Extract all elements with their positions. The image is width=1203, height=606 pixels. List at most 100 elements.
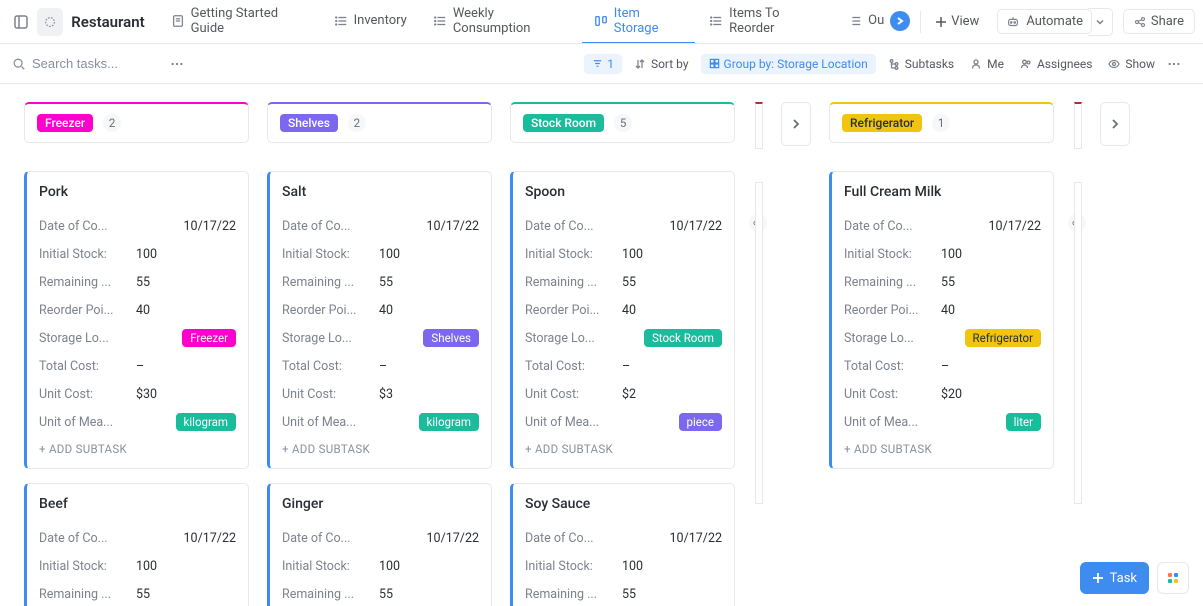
scroll-right-button[interactable] <box>781 102 811 146</box>
automate-dropdown[interactable] <box>1088 8 1113 36</box>
field-value: 55 <box>622 275 722 290</box>
field-label: Reorder Poi... <box>525 303 599 318</box>
subtasks-label: Subtasks <box>905 57 954 71</box>
card[interactable]: BeefDate of Co...10/17/22Initial Stock:1… <box>24 483 249 606</box>
field-label: Total Cost: <box>282 359 342 374</box>
card-field: Date of Co...10/17/22 <box>525 524 722 552</box>
field-value: kilogram <box>176 413 236 431</box>
sort-button[interactable]: Sort by <box>630 54 693 74</box>
column-header[interactable]: Shelves2 <box>267 102 492 143</box>
add-subtask-button[interactable]: + ADD SUBTASK <box>282 442 479 456</box>
search-icon <box>12 57 26 71</box>
card[interactable]: SpoonDate of Co...10/17/22Initial Stock:… <box>510 171 735 469</box>
card-title: Ginger <box>282 496 479 512</box>
collapsed-column[interactable]: 0 <box>753 102 763 606</box>
board: Freezer2PorkDate of Co...10/17/22Initial… <box>0 84 1203 606</box>
sidebar-toggle-icon[interactable] <box>8 8 35 36</box>
card-field: Total Cost:– <box>39 352 236 380</box>
subtasks-button[interactable]: Subtasks <box>884 54 958 74</box>
doc-icon <box>171 14 185 28</box>
field-label: Storage Lo... <box>844 331 914 346</box>
field-value: $20 <box>941 387 1041 402</box>
scroll-right-button[interactable] <box>1100 102 1130 146</box>
add-subtask-button[interactable]: + ADD SUBTASK <box>39 442 236 456</box>
list-icon <box>709 14 723 28</box>
apps-button[interactable] <box>1157 562 1189 594</box>
share-button[interactable]: Share <box>1123 9 1195 34</box>
card-field: Remaining ...55 <box>844 268 1041 296</box>
card-field: Initial Stock:100 <box>282 552 479 580</box>
column-header[interactable]: Refrigerator1 <box>829 102 1054 143</box>
more-icon[interactable] <box>170 57 194 71</box>
field-value: 100 <box>136 559 236 574</box>
add-subtask-button[interactable]: + ADD SUBTASK <box>844 442 1041 456</box>
automate-label: Automate <box>1026 14 1083 29</box>
card-field: Initial Stock:100 <box>39 552 236 580</box>
field-value: 10/17/22 <box>427 531 479 546</box>
column-cards: SaltDate of Co...10/17/22Initial Stock:1… <box>267 171 492 606</box>
board-column: Refrigerator1 Full Cream MilkDate of Co..… <box>829 102 1054 606</box>
new-task-button[interactable]: Task <box>1080 562 1149 594</box>
field-value: 10/17/22 <box>184 219 236 234</box>
board-icon <box>594 14 608 28</box>
field-label: Initial Stock: <box>525 247 593 262</box>
list-icon <box>433 14 447 28</box>
card-title: Salt <box>282 184 479 200</box>
folder-title[interactable]: Restaurant <box>71 13 144 31</box>
column-header[interactable]: Freezer2 <box>24 102 249 143</box>
view-tab-label: Item Storage <box>614 6 683 36</box>
search-input[interactable] <box>32 56 162 71</box>
add-subtask-button[interactable]: + ADD SUBTASK <box>525 442 722 456</box>
field-label: Remaining ... <box>844 275 916 290</box>
automate-button[interactable]: Automate <box>997 9 1092 34</box>
field-label: Total Cost: <box>39 359 99 374</box>
field-value: 55 <box>136 587 236 602</box>
field-value: 10/17/22 <box>427 219 479 234</box>
field-value: Freezer <box>182 329 236 347</box>
view-tab-overflow[interactable]: Ou <box>836 0 914 44</box>
card[interactable]: Salt Date of Co...10/17/22Initial Stock:1… <box>267 171 492 469</box>
card-field: Initial Stock:100 <box>282 240 479 268</box>
field-label: Initial Stock: <box>282 559 350 574</box>
card-field: Reorder Poi...40 <box>844 296 1041 324</box>
field-label: Remaining ... <box>39 587 111 602</box>
card[interactable]: Full Cream MilkDate of Co...10/17/22Init… <box>829 171 1054 469</box>
plus-icon <box>935 16 947 28</box>
view-tab-reorder[interactable]: Items To Reorder <box>697 0 834 44</box>
field-value: 100 <box>622 559 722 574</box>
group-by-chip[interactable]: Group by: Storage Location <box>701 54 876 74</box>
field-label: Initial Stock: <box>844 247 912 262</box>
list-icon <box>334 14 348 28</box>
assignees-button[interactable]: Assignees <box>1016 54 1096 74</box>
field-value: – <box>379 359 479 374</box>
view-tab-item-storage[interactable]: Item Storage <box>582 0 695 44</box>
card-field: Storage Lo...Freezer <box>39 324 236 352</box>
card-field: Remaining ...55 <box>282 580 479 606</box>
top-bar: Restaurant Getting Started Guide Invento… <box>0 0 1203 44</box>
me-button[interactable]: Me <box>966 54 1008 74</box>
collapsed-column[interactable]: 0 <box>1072 102 1082 606</box>
card[interactable]: Soy SauceDate of Co...10/17/22Initial St… <box>510 483 735 606</box>
card-field: Date of Co...10/17/22 <box>282 212 479 240</box>
tag-value: Shelves <box>423 329 479 347</box>
field-value: 55 <box>136 275 236 290</box>
card-field: Initial Stock:100 <box>844 240 1041 268</box>
view-tab-weekly[interactable]: Weekly Consumption <box>421 0 580 44</box>
add-view-button[interactable]: View <box>927 10 987 33</box>
show-button[interactable]: Show <box>1104 54 1159 74</box>
column-count: 2 <box>103 114 121 132</box>
card-title: Soy Sauce <box>525 496 722 512</box>
chevron-right-icon[interactable] <box>890 11 910 31</box>
column-tag: Refrigerator <box>842 114 922 132</box>
field-label: Total Cost: <box>525 359 585 374</box>
view-tab-inventory[interactable]: Inventory <box>322 0 419 44</box>
filter-chip[interactable]: 1 <box>584 54 622 74</box>
toolbar-more-icon[interactable] <box>1167 57 1191 71</box>
view-tab-getting-started[interactable]: Getting Started Guide <box>159 0 320 44</box>
card-field: Unit Cost:$20 <box>844 380 1041 408</box>
card[interactable]: GingerDate of Co...10/17/22Initial Stock… <box>267 483 492 606</box>
column-header[interactable]: Stock Room5 <box>510 102 735 143</box>
card-field: Reorder Poi...40 <box>39 296 236 324</box>
card-title: Full Cream Milk <box>844 184 1041 200</box>
card[interactable]: PorkDate of Co...10/17/22Initial Stock:1… <box>24 171 249 469</box>
